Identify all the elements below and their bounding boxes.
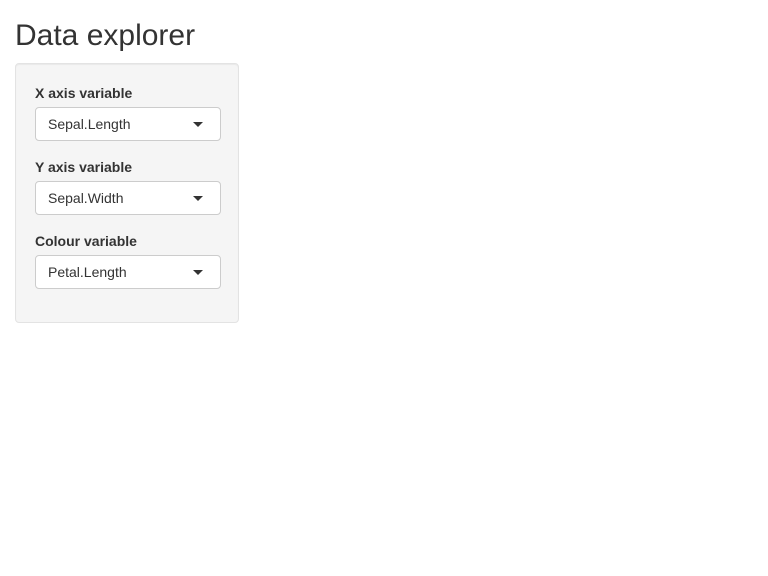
y-axis-label: Y axis variable: [35, 159, 133, 175]
page-title: Data explorer: [15, 19, 196, 52]
y-axis-select[interactable]: Sepal.Width: [35, 181, 221, 215]
y-axis-field: Y axis variable Sepal.Width: [35, 157, 221, 215]
x-axis-selected-value: Sepal.Length: [48, 116, 131, 132]
colour-selected-value: Petal.Length: [48, 264, 127, 280]
x-axis-label: X axis variable: [35, 85, 133, 101]
caret-down-icon: [193, 196, 203, 201]
x-axis-select[interactable]: Sepal.Length: [35, 107, 221, 141]
sidebar-panel: X axis variable Sepal.Length Y axis vari…: [15, 63, 239, 323]
colour-select[interactable]: Petal.Length: [35, 255, 221, 289]
y-axis-selected-value: Sepal.Width: [48, 190, 124, 206]
caret-down-icon: [193, 270, 203, 275]
page: Data explorer X axis variable Sepal.Leng…: [0, 0, 768, 576]
caret-down-icon: [193, 122, 203, 127]
colour-label: Colour variable: [35, 233, 137, 249]
x-axis-field: X axis variable Sepal.Length: [35, 83, 221, 141]
colour-field: Colour variable Petal.Length: [35, 231, 221, 289]
